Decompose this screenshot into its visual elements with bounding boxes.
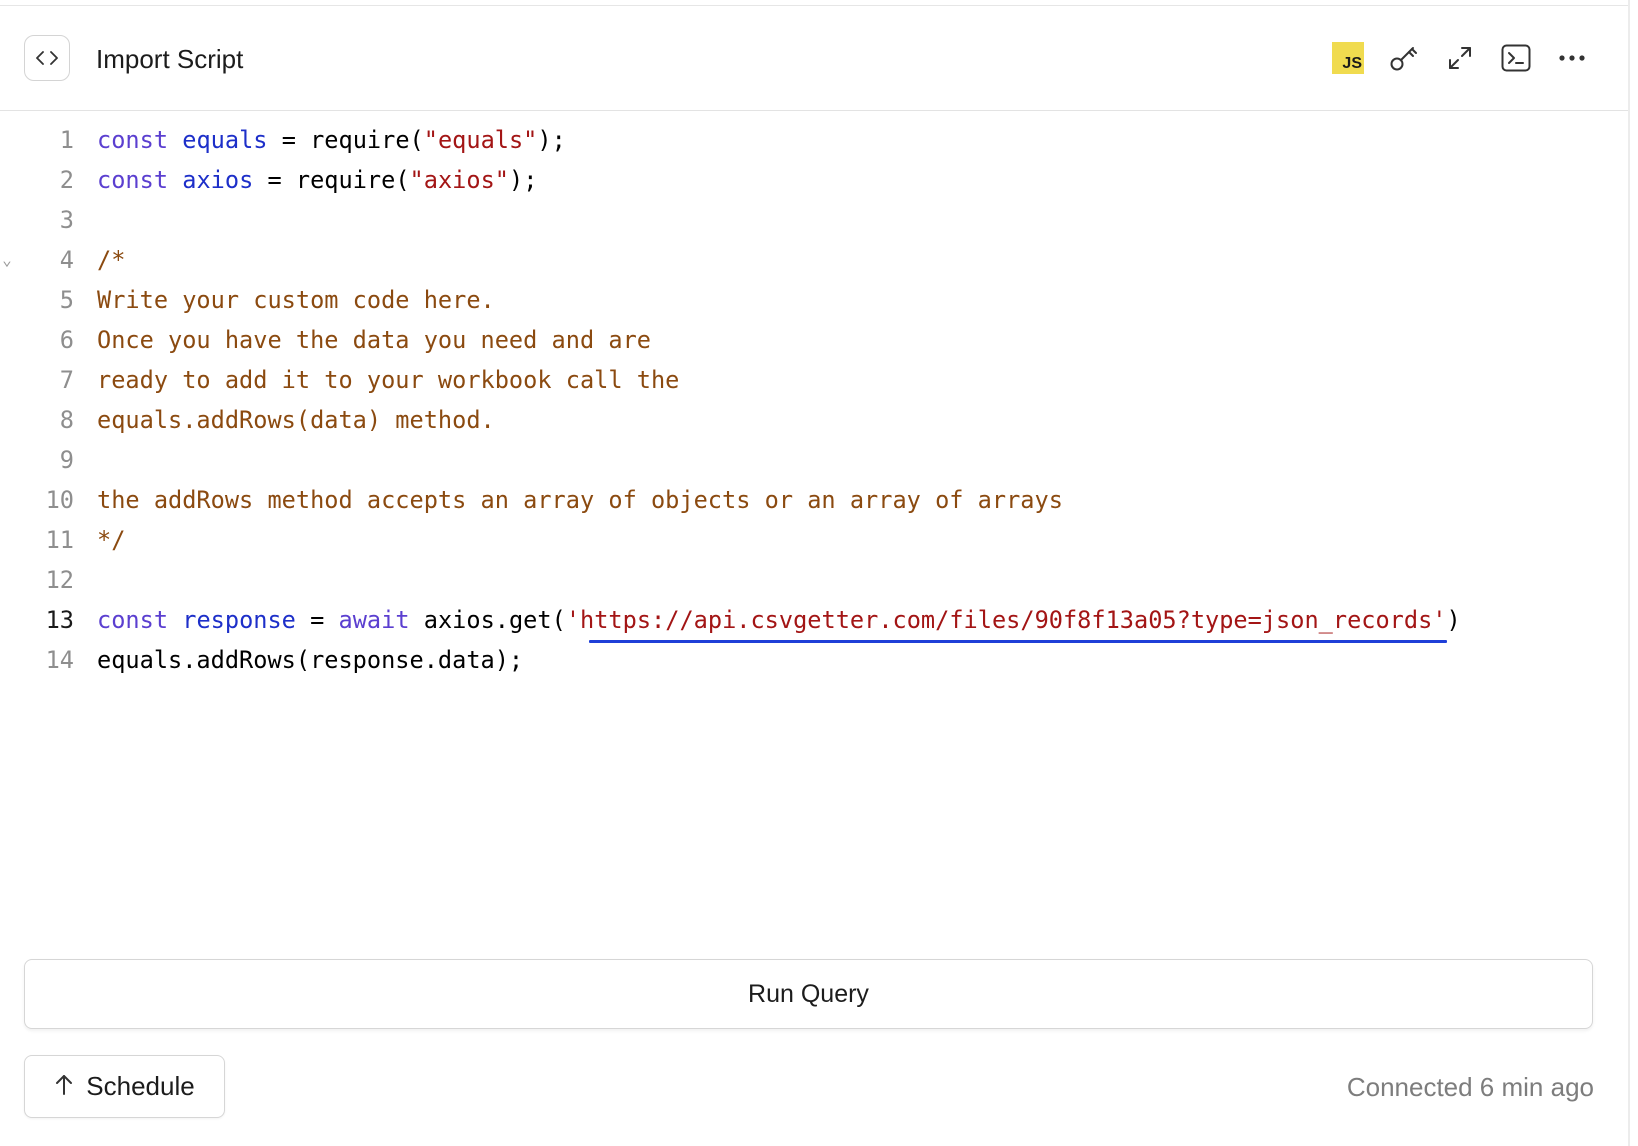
code-token: await [338,606,410,634]
code-token: 'https://api.csvgetter.com/files/90f8f13… [565,606,1447,634]
line-number: 2 [59,166,74,194]
code-line[interactable]: 13 const response = await axios.get('http… [0,600,1628,640]
code-text: equals.addRows(response.data); [97,640,523,680]
code-token: equals [182,126,268,154]
connection-status: Connected 6 min ago [1346,1072,1594,1102]
code-text: ready to add it to your workbook call th… [97,360,679,400]
code-icon[interactable] [24,35,70,81]
code-token: */ [97,526,126,554]
code-token: axios.get( [409,606,566,634]
editor-header: Import Script JS [0,6,1628,111]
javascript-language-badge[interactable]: JS [1332,42,1364,74]
code-line[interactable]: 7 ready to add it to your workbook call t… [0,360,1628,400]
code-token: ); [537,126,566,154]
line-number: 11 [45,526,74,554]
code-text: the addRows method accepts an array of o… [97,480,1063,520]
schedule-label: Schedule [86,1071,195,1101]
code-token: const [97,126,169,154]
code-token: = require( [267,126,424,154]
code-token: const [97,166,169,194]
code-text: Once you have the data you need and are [97,320,651,360]
code-line[interactable]: 12 [0,560,1628,600]
code-line[interactable]: ⌄ 4/* [0,240,1628,280]
code-editor[interactable]: 1 const equals = require("equals"); 2 const… [0,120,1628,680]
line-number: 14 [45,646,74,674]
code-token: ) [1446,606,1461,634]
editor-toolbar: JS [1332,42,1588,74]
code-token: const [97,606,169,634]
line-number: 13 [45,606,74,634]
key-icon[interactable] [1388,42,1420,74]
code-token: "equals" [423,126,538,154]
code-text: const axios = require("axios"); [97,160,537,200]
code-line[interactable]: 5 Write your custom code here. [0,280,1628,320]
line-number: 7 [59,366,74,394]
line-number: 6 [59,326,74,354]
line-number: 1 [59,126,74,154]
code-text: const response = await axios.get('https:… [97,600,1461,640]
code-line[interactable]: 1 const equals = require("equals"); [0,120,1628,160]
code-line[interactable]: 8 equals.addRows(data) method. [0,400,1628,440]
code-token: /* [97,246,126,274]
code-line[interactable]: 14 equals.addRows(response.data); [0,640,1628,680]
code-text: const equals = require("equals"); [97,120,566,160]
code-token: "axios" [409,166,509,194]
run-query-label: Run Query [748,979,869,1008]
right-divider [1628,0,1630,1146]
code-line[interactable]: 3 [0,200,1628,240]
code-text: /* [97,240,125,280]
code-line[interactable]: 10 the addRows method accepts an array of… [0,480,1628,520]
code-token: the addRows method accepts an array of o… [97,486,1063,514]
code-token: equals.addRows(response.data); [97,646,524,674]
code-line[interactable]: 6 Once you have the data you need and are [0,320,1628,360]
code-token: = [295,606,339,634]
url-underline [589,640,1447,643]
run-query-button[interactable]: Run Query [24,959,1593,1029]
code-token: Once you have the data you need and are [97,326,651,354]
code-token: = require( [253,166,410,194]
code-line[interactable]: 11 */ [0,520,1628,560]
line-number: 5 [59,286,74,314]
code-token: ); [508,166,538,194]
line-number: 12 [45,566,74,594]
terminal-icon[interactable] [1500,42,1532,74]
code-token: ready to add it to your workbook call th… [97,366,680,394]
line-number: 4 [59,246,74,274]
expand-icon[interactable] [1444,42,1476,74]
code-token: Write your custom code here. [97,286,495,314]
code-text: */ [97,520,125,560]
line-number: 8 [59,406,74,434]
code-line[interactable]: 2 const axios = require("axios"); [0,160,1628,200]
code-token: response [182,606,296,634]
page-title: Import Script [96,44,244,74]
code-token: axios [182,166,254,194]
code-token: equals.addRows(data) method. [97,406,495,434]
code-text: Write your custom code here. [97,280,495,320]
code-text: equals.addRows(data) method. [97,400,495,440]
line-number: 9 [59,446,74,474]
line-number: 10 [45,486,74,514]
more-icon[interactable] [1556,42,1588,74]
line-number: 3 [59,206,74,234]
code-line[interactable]: 9 [0,440,1628,480]
arrow-up-icon [54,1071,74,1102]
schedule-button[interactable]: Schedule [24,1055,225,1118]
